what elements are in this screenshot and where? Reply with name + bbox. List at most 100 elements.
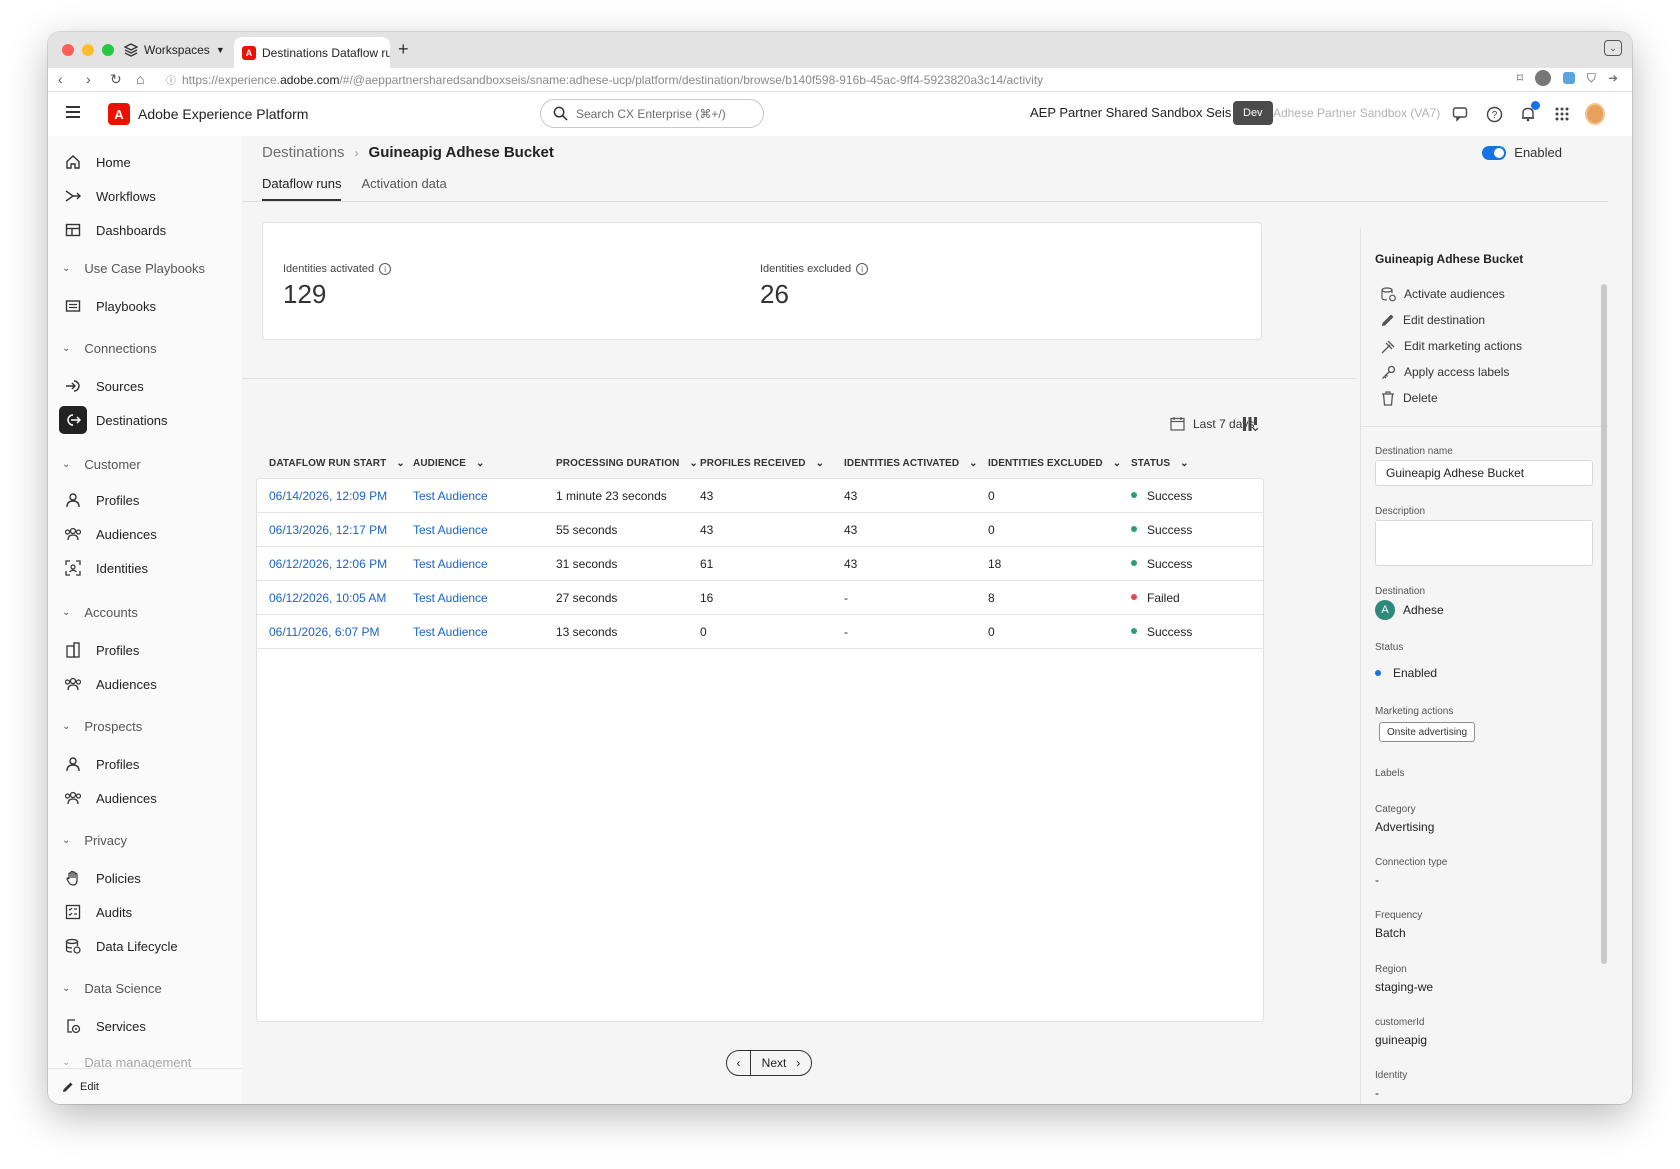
column-settings-icon[interactable] xyxy=(1242,416,1259,437)
shield-icon[interactable]: ⛉ xyxy=(1587,71,1596,86)
audience-link[interactable]: Test Audience xyxy=(413,625,488,639)
workspaces-menu[interactable]: Workspaces ▼ xyxy=(124,40,225,60)
nav-section-data-science[interactable]: ⌄ Data Science xyxy=(62,978,162,998)
audience-link[interactable]: Test Audience xyxy=(413,591,488,605)
tab-dataflow-runs[interactable]: Dataflow runs xyxy=(262,176,342,201)
edit-marketing-actions-action[interactable]: Edit marketing actions xyxy=(1381,336,1522,356)
column-header-run-start[interactable]: DATAFLOW RUN START ⌄ xyxy=(269,458,405,469)
breadcrumb-destinations-link[interactable]: Destinations xyxy=(262,144,345,161)
nav-item-playbooks[interactable]: Playbooks xyxy=(58,292,234,320)
run-start-link[interactable]: 06/11/2026, 6:07 PM xyxy=(269,625,380,639)
rail-scrollbar[interactable] xyxy=(1601,284,1607,964)
tab-activation-data[interactable]: Activation data xyxy=(361,176,446,201)
run-start-link[interactable]: 06/13/2026, 12:17 PM xyxy=(269,523,387,537)
audience-link[interactable]: Test Audience xyxy=(413,557,488,571)
info-icon[interactable]: i xyxy=(856,263,869,275)
nav-item-data-lifecycle[interactable]: Data Lifecycle xyxy=(58,932,234,960)
site-info-icon[interactable]: ⓘ xyxy=(166,72,176,87)
nav-section-privacy[interactable]: ⌄ Privacy xyxy=(62,830,127,850)
apply-access-labels-action[interactable]: Apply access labels xyxy=(1381,362,1509,382)
nav-item-policies[interactable]: Policies xyxy=(58,864,234,892)
nav-item-destinations[interactable]: Destinations xyxy=(58,406,234,434)
nav-item-sources[interactable]: Sources xyxy=(58,372,234,400)
toggle-switch[interactable] xyxy=(1482,145,1507,160)
nav-section-customer[interactable]: ⌄ Customer xyxy=(62,454,141,474)
reload-icon[interactable]: ↻ xyxy=(110,71,122,88)
nav-item-services[interactable]: Services xyxy=(58,1012,234,1040)
bookmark-icon[interactable]: ⌑ xyxy=(1517,71,1523,85)
feedback-icon[interactable] xyxy=(1450,104,1470,124)
home-icon[interactable]: ⌂ xyxy=(136,71,144,87)
table-row[interactable]: 06/13/2026, 12:17 PM Test Audience 55 se… xyxy=(257,513,1263,547)
previous-page-button[interactable]: ‹ xyxy=(727,1051,751,1075)
apps-grid-icon[interactable] xyxy=(1552,104,1572,124)
nav-item-audits[interactable]: Audits xyxy=(58,898,234,926)
notifications-icon[interactable] xyxy=(1518,101,1540,124)
nav-item-dashboards[interactable]: Dashboards xyxy=(58,216,234,244)
table-row[interactable]: 06/11/2026, 6:07 PM Test Audience 13 sec… xyxy=(257,615,1263,649)
nav-item-account-profiles[interactable]: Profiles xyxy=(58,636,234,664)
url-path: /#/@aeppartnersharedsandboxseis/sname:ad… xyxy=(339,72,1044,87)
run-start-link[interactable]: 06/14/2026, 12:09 PM xyxy=(269,489,387,503)
help-icon[interactable]: ? xyxy=(1484,104,1504,124)
status-cell: Success xyxy=(1131,489,1192,503)
column-header-profiles-received[interactable]: PROFILES RECEIVED ⌄ xyxy=(700,458,824,469)
table-row[interactable]: 06/12/2026, 10:05 AM Test Audience 27 se… xyxy=(257,581,1263,615)
info-icon[interactable]: i xyxy=(379,263,392,275)
org-switcher[interactable]: AEP Partner Shared Sandbox Seis xyxy=(1030,105,1231,120)
nav-section-accounts[interactable]: ⌄ Accounts xyxy=(62,602,138,622)
services-icon xyxy=(64,1017,82,1035)
nav-item-customer-profiles[interactable]: Profiles xyxy=(58,486,234,514)
search-input[interactable] xyxy=(576,106,746,121)
audience-link[interactable]: Test Audience xyxy=(413,523,488,537)
nav-item-prospect-audiences[interactable]: Audiences xyxy=(58,784,234,812)
nav-section-connections[interactable]: ⌄ Connections xyxy=(62,338,157,358)
profile-icon[interactable] xyxy=(1534,70,1551,86)
delete-action[interactable]: Delete xyxy=(1381,388,1438,408)
edit-destination-action[interactable]: Edit destination xyxy=(1381,310,1485,330)
sandbox-badge[interactable]: Dev xyxy=(1233,101,1273,125)
global-search[interactable] xyxy=(540,99,764,128)
nav-item-account-audiences[interactable]: Audiences xyxy=(58,670,234,698)
nav-item-identities[interactable]: Identities xyxy=(58,554,234,582)
sandbox-switcher[interactable]: Adhese Partner Sandbox (VA7) xyxy=(1273,106,1440,120)
minimize-window-button[interactable] xyxy=(82,44,94,56)
nav-item-home[interactable]: Home xyxy=(58,148,234,176)
run-start-link[interactable]: 06/12/2026, 12:06 PM xyxy=(269,557,387,571)
table-row[interactable]: 06/12/2026, 12:06 PM Test Audience 31 se… xyxy=(257,547,1263,581)
next-page-button[interactable]: Next › xyxy=(751,1056,811,1070)
app-brand[interactable]: A Adobe Experience Platform xyxy=(108,103,308,125)
table-row[interactable]: 06/14/2026, 12:09 PM Test Audience 1 min… xyxy=(257,479,1263,513)
column-header-processing-duration[interactable]: PROCESSING DURATION ⌄ xyxy=(556,458,698,469)
nav-item-prospect-profiles[interactable]: Profiles xyxy=(58,750,234,778)
nav-section-use-case-playbooks[interactable]: ⌄ Use Case Playbooks xyxy=(62,258,205,278)
description-field[interactable] xyxy=(1375,520,1593,566)
edit-nav-button[interactable]: Edit xyxy=(48,1068,242,1104)
audience-link[interactable]: Test Audience xyxy=(413,489,488,503)
user-icon xyxy=(64,491,82,509)
forward-icon[interactable]: › xyxy=(86,71,91,87)
maximize-window-button[interactable] xyxy=(102,44,114,56)
tab-overview-icon[interactable]: ⌄ xyxy=(1604,40,1622,56)
activate-audiences-action[interactable]: Activate audiences xyxy=(1381,284,1505,304)
extension-icon[interactable] xyxy=(1562,72,1575,84)
enabled-toggle[interactable]: Enabled xyxy=(1482,145,1562,160)
menu-icon[interactable] xyxy=(66,106,80,118)
new-tab-button[interactable]: + xyxy=(398,39,409,60)
address-bar[interactable]: ⓘ https://experience.adobe.com/#/@aeppar… xyxy=(166,69,1500,90)
column-header-identities-excluded[interactable]: IDENTITIES EXCLUDED ⌄ xyxy=(988,458,1121,469)
user-avatar[interactable] xyxy=(1585,103,1605,125)
back-icon[interactable]: ‹ xyxy=(58,71,63,87)
destination-name-field[interactable] xyxy=(1375,460,1593,486)
column-header-audience[interactable]: AUDIENCE ⌄ xyxy=(413,458,485,469)
browser-tab-active[interactable]: A Destinations Dataflow runs xyxy=(234,37,390,68)
key-icon xyxy=(1382,365,1396,379)
column-header-identities-activated[interactable]: IDENTITIES ACTIVATED ⌄ xyxy=(844,458,978,469)
nav-item-workflows[interactable]: Workflows xyxy=(58,182,234,210)
column-header-status[interactable]: STATUS ⌄ xyxy=(1131,458,1189,469)
share-icon[interactable]: ➜ xyxy=(1608,71,1618,85)
close-window-button[interactable] xyxy=(62,44,74,56)
run-start-link[interactable]: 06/12/2026, 10:05 AM xyxy=(269,591,386,605)
nav-section-prospects[interactable]: ⌄ Prospects xyxy=(62,716,142,736)
nav-item-customer-audiences[interactable]: Audiences xyxy=(58,520,234,548)
